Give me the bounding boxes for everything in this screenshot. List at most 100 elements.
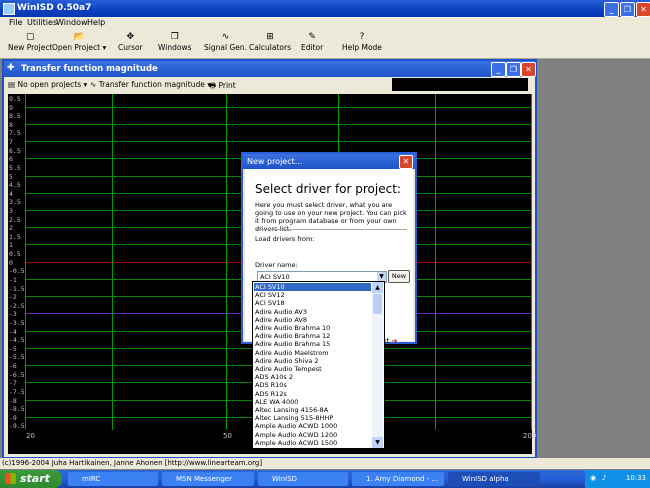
y-tick-label: 4.5 — [9, 181, 21, 190]
grid-line-v — [531, 94, 532, 430]
driver-list-item[interactable]: Ample Audio ACWD 1200 — [255, 431, 371, 439]
dialog-title-bar[interactable]: New project... ✕ — [243, 154, 415, 169]
printer-icon: 🖶 — [209, 81, 217, 90]
driver-list-item[interactable]: ADS A10s 2 — [255, 373, 371, 381]
menu-utilities[interactable]: Utilities — [27, 18, 57, 27]
new-project-icon: ▢ — [25, 32, 35, 42]
y-tick-label: -7 — [9, 379, 17, 388]
driver-list-item[interactable]: ADS R10s — [255, 381, 371, 389]
driver-list-item[interactable]: Altec Lansing 4156-8A — [255, 406, 371, 414]
child-maximize-button[interactable]: ❐ — [506, 62, 521, 77]
child-close-button[interactable]: ✕ — [521, 62, 536, 77]
divider — [255, 229, 407, 230]
main-title-bar[interactable]: WinISD 0.50a7 _ ❐ ✕ — [0, 0, 650, 17]
list-scrollbar[interactable]: ▲ ▼ — [372, 282, 383, 448]
windows-icon: ❐ — [170, 32, 179, 42]
driver-list-item[interactable]: ALE WA 4000 — [255, 398, 371, 406]
status-bar: (c)1996-2004 Juha Hartikainen, Janne Aho… — [0, 458, 650, 469]
print-button[interactable]: 🖶 Print — [209, 80, 236, 93]
x-tick-label: 50 — [223, 432, 232, 440]
x-tick-label: 20 — [26, 432, 35, 440]
driver-list-item[interactable]: Adire Audio AV8 — [255, 316, 371, 324]
signal-gen-button[interactable]: ∿ Signal Gen. — [204, 32, 247, 52]
driver-list-item[interactable]: ADS R12s — [255, 390, 371, 398]
windows-button[interactable]: ❐ Windows — [158, 32, 191, 52]
help-icon: ? — [359, 32, 365, 42]
y-tick-label: -1.5 — [9, 284, 25, 293]
windows-logo-icon — [5, 473, 16, 484]
driver-list-item[interactable]: ACI SV18 — [255, 299, 371, 307]
driver-list-item[interactable]: Ample Audio ACWD 1500 — [255, 439, 371, 447]
y-tick-label: 3.5 — [9, 198, 21, 207]
driver-list-item[interactable]: Ample Audio ACWD 1000 — [255, 422, 371, 430]
y-tick-label: -1 — [9, 275, 17, 284]
y-tick-label: 6 — [9, 155, 13, 164]
y-tick-label: 0 — [9, 258, 13, 267]
system-tray: ◉ ♪ 10:33 — [585, 470, 650, 488]
open-folder-icon: 📂 — [73, 32, 85, 42]
task-mirc[interactable]: mIRC — [68, 472, 158, 486]
driver-name-label: Driver name: — [255, 261, 298, 269]
grid-line-v — [112, 94, 113, 430]
task-winisd-alpha[interactable]: WinISD alpha — [448, 472, 540, 486]
start-button[interactable]: start — [0, 470, 62, 488]
grid-line-v — [435, 94, 436, 430]
y-tick-label: 2 — [9, 224, 13, 233]
y-tick-label: 3 — [9, 207, 13, 215]
help-mode-button[interactable]: ? Help Mode — [342, 32, 382, 52]
scroll-down-button[interactable]: ▼ — [372, 437, 383, 448]
driver-list-item[interactable]: Altec Lansing 515-8HHP — [255, 414, 371, 422]
editor-icon: ✎ — [308, 32, 316, 42]
task-msn[interactable]: MSN Messenger — [162, 472, 254, 486]
menu-file[interactable]: File — [9, 18, 22, 27]
new-driver-button[interactable]: New — [388, 270, 410, 283]
minimize-button[interactable]: _ — [604, 2, 619, 17]
calculators-button[interactable]: ⊞ Calculators — [249, 32, 291, 52]
y-tick-label: -2 — [9, 293, 17, 302]
copyright-text: (c)1996-2004 Juha Hartikainen, Janne Aho… — [2, 459, 263, 467]
editor-button[interactable]: ✎ Editor — [301, 32, 323, 52]
projects-dropdown[interactable]: ▤ No open projects ▾ — [8, 80, 87, 89]
cursor-button[interactable]: ✥ Cursor — [118, 32, 143, 52]
open-project-button[interactable]: 📂 Open Project ▾ — [52, 32, 106, 52]
y-tick-label: 5.5 — [9, 163, 21, 172]
volume-icon[interactable]: ♪ — [602, 474, 606, 482]
y-tick-label: -9 — [9, 413, 17, 422]
readout-box — [392, 78, 528, 91]
y-tick-label: 0.5 — [9, 250, 21, 259]
scroll-thumb[interactable] — [373, 294, 382, 314]
grid-line-v — [25, 94, 26, 430]
task-winisd[interactable]: WinISD — [258, 472, 348, 486]
driver-list-item[interactable]: ACI SV10 — [254, 283, 371, 292]
driver-list-item[interactable]: Adire Audio Brahma 10 — [255, 324, 371, 332]
clock[interactable]: 10:33 — [626, 474, 646, 482]
dialog-heading: Select driver for project: — [255, 182, 401, 196]
menu-help[interactable]: Help — [87, 18, 105, 27]
close-button[interactable]: ✕ — [636, 2, 650, 17]
toolbar: ▢ New Project 📂 Open Project ▾ ✥ Cursor … — [0, 30, 650, 59]
grid-line-h — [25, 141, 532, 143]
y-tick-label: 7.5 — [9, 129, 21, 138]
driver-list-item[interactable]: ACI SV12 — [255, 291, 371, 299]
scroll-up-button[interactable]: ▲ — [372, 282, 383, 293]
driver-list-item[interactable]: Adire Audio AV3 — [255, 308, 371, 316]
maximize-button[interactable]: ❐ — [620, 2, 635, 17]
driver-list-item[interactable]: Adire Audio Brahma 15 — [255, 340, 371, 348]
driver-list-item[interactable]: Adire Audio Tempest — [255, 365, 371, 373]
driver-list-item[interactable]: Adire Audio Shiva 2 — [255, 357, 371, 365]
driver-list-item[interactable]: Adire Audio Maelstrom — [255, 349, 371, 357]
child-title-bar[interactable]: ✚ Transfer function magnitude _ ❐ ✕ — [4, 61, 536, 77]
graph-type-dropdown[interactable]: ∿ Transfer function magnitude ▾ — [90, 80, 211, 89]
y-tick-label: -6.5 — [9, 370, 25, 379]
task-amy-diamond[interactable]: 1. Amy Diamond - ... — [352, 472, 444, 486]
driver-list-item[interactable]: Adire Audio Brahma 12 — [255, 332, 371, 340]
new-project-button[interactable]: ▢ New Project — [8, 32, 52, 52]
child-minimize-button[interactable]: _ — [491, 62, 506, 77]
y-tick-label: -5 — [9, 344, 17, 353]
menu-bar: File Utilities Window Help — [0, 17, 650, 30]
y-tick-label: 7 — [9, 138, 13, 147]
dialog-close-icon[interactable]: ✕ — [399, 155, 413, 169]
tray-icon[interactable]: ◉ — [590, 474, 596, 482]
menu-window[interactable]: Window — [56, 18, 88, 27]
driver-dropdown-list[interactable]: ACI SV10 ACI SV12 ACI SV18 Adire Audio AV3 A… — [252, 281, 385, 449]
